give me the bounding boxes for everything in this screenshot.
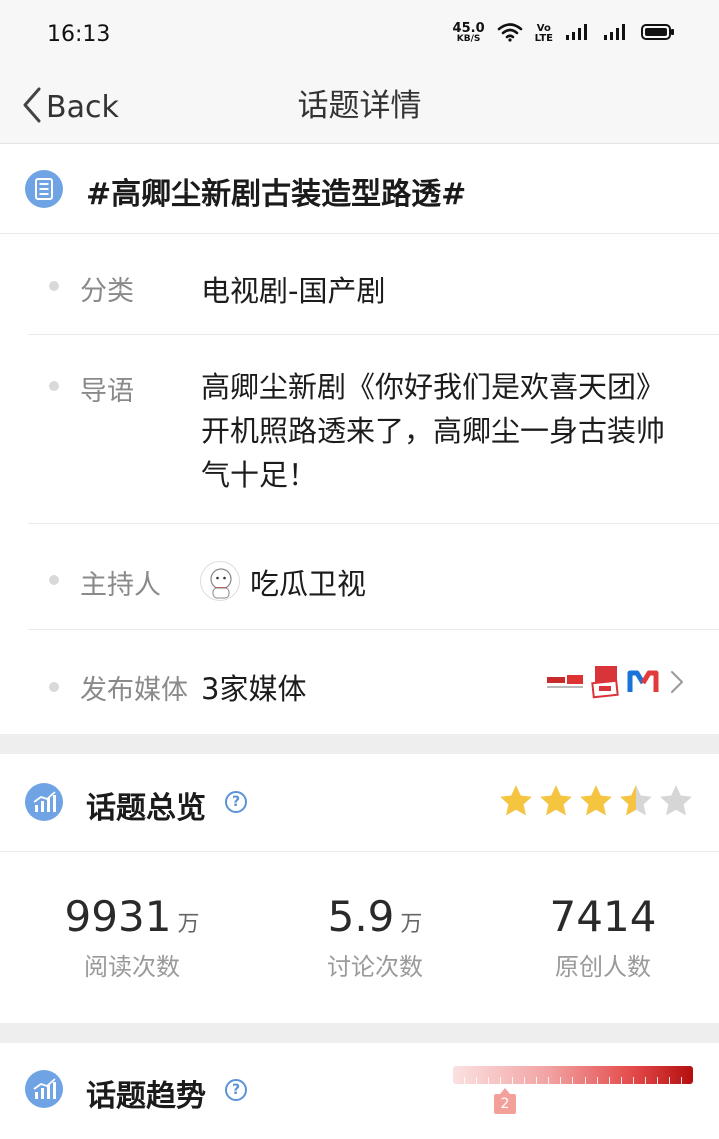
nav-bar: Back 话题详情 bbox=[0, 70, 719, 144]
volte-bottom-label: LTE bbox=[534, 33, 553, 44]
bullet-dot bbox=[49, 682, 59, 692]
chart-trend-icon bbox=[24, 782, 64, 826]
trend-title: 话题趋势 bbox=[86, 1079, 206, 1114]
trend-heat-bar bbox=[453, 1066, 693, 1084]
list-document-icon bbox=[24, 169, 64, 213]
stat-label: 阅读次数 bbox=[84, 953, 180, 981]
host-avatar[interactable] bbox=[200, 561, 240, 601]
bullet-dot bbox=[49, 281, 59, 291]
stat-unit: 万 bbox=[177, 912, 200, 937]
signal-2-icon bbox=[603, 23, 629, 45]
signal-1-icon bbox=[565, 23, 591, 45]
topic-header: #高卿尘新剧古装造型路透# bbox=[0, 145, 719, 234]
network-speed: 45.0 KB/S bbox=[452, 21, 485, 45]
trend-header: 话题趋势 ? bbox=[0, 1043, 719, 1139]
china-news-logo-icon bbox=[545, 671, 585, 697]
network-speed-unit: KB/S bbox=[456, 34, 481, 44]
status-bar: 16:13 45.0 KB/S Vo LTE bbox=[0, 0, 719, 70]
star-full-icon bbox=[577, 782, 615, 824]
trend-level-marker: 2 bbox=[494, 1088, 516, 1114]
stat-label: 原创人数 bbox=[555, 953, 651, 981]
help-icon[interactable]: ? bbox=[225, 1079, 247, 1101]
section-divider bbox=[0, 734, 719, 754]
status-icons: 45.0 KB/S Vo LTE bbox=[453, 22, 675, 46]
section-divider bbox=[0, 1023, 719, 1043]
star-full-icon bbox=[537, 782, 575, 824]
host-row[interactable]: 主持人 吃瓜卫视 bbox=[0, 524, 719, 629]
star-full-icon bbox=[497, 782, 535, 824]
media-value[interactable]: 3家媒体 bbox=[201, 666, 306, 708]
guide-text: 高卿尘新剧《你好我们是欢喜天团》开机照路透来了，高卿尘一身古装帅气十足！ bbox=[201, 370, 666, 492]
overview-stats: 9931 万 阅读次数 5.9 万 讨论次数 7414 原创人数 bbox=[0, 851, 719, 1023]
stat-discussions: 5.9 万 讨论次数 bbox=[255, 892, 495, 982]
star-half-icon bbox=[617, 782, 655, 824]
category-value: 电视剧-国产剧 bbox=[201, 274, 386, 308]
rating-stars bbox=[497, 782, 695, 824]
stat-value: 7414 bbox=[549, 892, 657, 941]
stat-value: 9931 bbox=[64, 892, 172, 941]
m-media-logo-icon bbox=[627, 668, 659, 700]
host-key: 主持人 bbox=[80, 570, 161, 601]
morning-paper-logo-icon bbox=[591, 664, 621, 704]
trend-level-value: 2 bbox=[494, 1094, 516, 1114]
media-logos[interactable] bbox=[545, 664, 685, 704]
bullet-dot bbox=[49, 381, 59, 391]
battery-icon bbox=[641, 23, 675, 45]
stat-label: 讨论次数 bbox=[327, 953, 423, 981]
media-key: 发布媒体 bbox=[80, 675, 188, 706]
help-icon[interactable]: ? bbox=[225, 791, 247, 813]
chevron-right-icon[interactable] bbox=[669, 669, 685, 699]
guide-row: 导语 高卿尘新剧《你好我们是欢喜天团》开机照路透来了，高卿尘一身古装帅气十足！ bbox=[0, 335, 719, 523]
bullet-dot bbox=[49, 575, 59, 585]
wifi-icon bbox=[497, 22, 523, 46]
category-key: 分类 bbox=[80, 276, 134, 307]
topic-name: #高卿尘新剧古装造型路透# bbox=[86, 177, 467, 212]
category-row: 分类 电视剧-国产剧 bbox=[0, 235, 719, 334]
page-title: 话题详情 bbox=[297, 88, 422, 124]
star-empty-icon bbox=[657, 782, 695, 824]
status-time: 16:13 bbox=[47, 22, 111, 47]
stat-creators: 7414 原创人数 bbox=[483, 892, 719, 982]
volte-icon: Vo LTE bbox=[535, 24, 553, 44]
network-speed-value: 45.0 bbox=[452, 21, 485, 36]
guide-key: 导语 bbox=[80, 376, 134, 407]
host-name[interactable]: 吃瓜卫视 bbox=[250, 561, 366, 603]
chart-trend-icon bbox=[24, 1069, 64, 1113]
trend-ticks bbox=[453, 1066, 693, 1084]
overview-title: 话题总览 bbox=[86, 791, 206, 826]
stat-reads: 9931 万 阅读次数 bbox=[12, 892, 252, 982]
stat-value: 5.9 bbox=[327, 892, 395, 941]
stat-unit: 万 bbox=[400, 912, 423, 937]
